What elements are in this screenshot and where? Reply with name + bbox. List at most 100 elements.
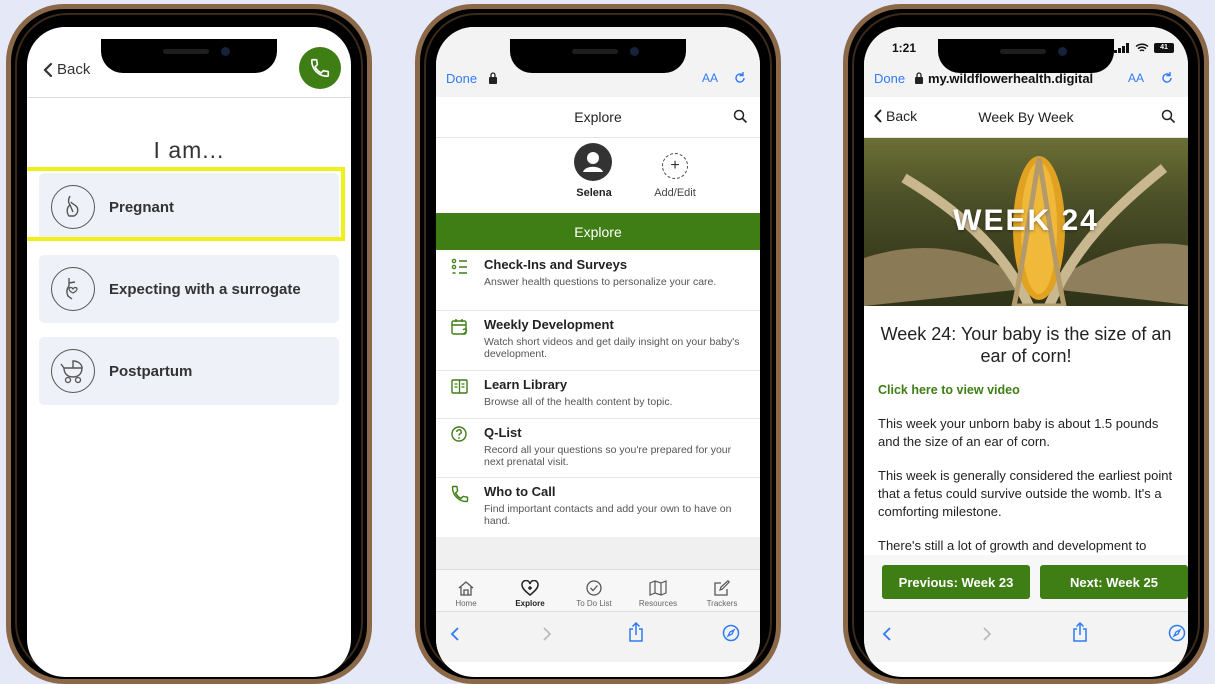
tab-resources[interactable]: Resources [628, 580, 688, 608]
compass-icon[interactable] [722, 624, 740, 642]
safari-bottom-bar [436, 611, 760, 662]
paragraph-2: This week is generally considered the ea… [878, 468, 1173, 519]
article-heading: Week 24: Your baby is the size of an ear… [880, 324, 1172, 366]
safari-bottom-bar [864, 611, 1188, 662]
battery-level: 41 [1160, 44, 1168, 51]
option-postpartum[interactable]: Postpartum [39, 337, 339, 405]
phone-frame-1: Back I am... Pregnant Expecting with a s… [6, 4, 372, 684]
menu-item-weekly[interactable]: Weekly Development Watch short videos an… [436, 311, 760, 371]
notch [938, 39, 1114, 73]
menu-item-checkins[interactable]: Check-Ins and Surveys Answer health ques… [436, 251, 760, 311]
menu-item-desc: Find important contacts and add your own… [484, 503, 732, 527]
back-button[interactable]: Back [874, 108, 917, 124]
option-pregnant[interactable]: Pregnant [39, 173, 339, 241]
tab-home[interactable]: Home [436, 580, 496, 608]
url-field[interactable]: my.wildflowerhealth.digital [928, 71, 1118, 86]
explore-header: Explore [436, 97, 760, 138]
safari-toolbar: Done my.wildflowerhealth.digital AA [864, 71, 1188, 93]
hero-title: WEEK 24 [953, 204, 1099, 237]
week-header: Back Week By Week [864, 97, 1188, 138]
menu-item-desc: Answer health questions to personalize y… [484, 276, 717, 288]
chevron-right-icon[interactable] [542, 626, 552, 642]
done-button[interactable]: Done [446, 71, 477, 86]
battery-icon: 41 [1154, 43, 1174, 53]
call-button[interactable] [299, 47, 341, 89]
back-button[interactable]: Back [43, 61, 90, 78]
surrogate-icon [51, 267, 95, 311]
header-title: Explore [574, 109, 622, 125]
tab-bar: Home Explore To Do List Resources Tracke… [436, 569, 760, 612]
edit-icon [714, 580, 730, 596]
text-size-button[interactable]: AA [702, 71, 718, 85]
tab-label: Explore [515, 599, 545, 608]
compass-icon[interactable] [1168, 624, 1186, 642]
phone-frame-2: Done AA Explore Selena + Add/Edit Explor… [415, 4, 781, 684]
home-icon [458, 581, 474, 596]
calendar-heart-icon [451, 319, 468, 335]
menu-item-whotocall[interactable]: Who to Call Find important contacts and … [436, 478, 760, 536]
tab-trackers[interactable]: Trackers [692, 580, 752, 608]
tab-label: Home [455, 599, 477, 608]
search-icon[interactable] [1161, 109, 1176, 124]
divider [27, 97, 351, 98]
tab-todo[interactable]: To Do List [564, 580, 624, 608]
screen-2: Done AA Explore Selena + Add/Edit Explor… [436, 27, 760, 677]
paragraph-1: This week your unborn baby is about 1.5 … [878, 416, 1159, 449]
profile-name: Selena [576, 187, 612, 199]
lock-icon [489, 72, 497, 84]
option-label: Postpartum [109, 362, 193, 380]
phone-frame-3: 1:21 41 Done my.wildflowerhealth.digital… [843, 4, 1209, 684]
reload-icon[interactable] [1160, 71, 1174, 85]
menu-item-title: Learn Library [484, 377, 568, 392]
menu-item-desc: Record all your questions so you're prep… [484, 444, 732, 468]
screen-1: Back I am... Pregnant Expecting with a s… [27, 27, 351, 677]
video-link[interactable]: Click here to view video [878, 383, 1020, 397]
menu-item-title: Weekly Development [484, 317, 614, 332]
menu-item-title: Q-List [484, 425, 522, 440]
empty-area [436, 537, 760, 569]
option-label: Expecting with a surrogate [109, 280, 301, 298]
pregnant-icon [51, 185, 95, 229]
chevron-left-icon [874, 109, 882, 123]
back-label: Back [886, 108, 918, 124]
chevron-left-icon [43, 62, 53, 77]
option-surrogate[interactable]: Expecting with a surrogate [39, 255, 339, 323]
checklist-icon [451, 258, 467, 274]
menu-item-title: Check-Ins and Surveys [484, 257, 628, 272]
plus-icon: + [670, 157, 680, 174]
stroller-icon [51, 349, 95, 393]
notch [101, 39, 277, 73]
reload-icon[interactable] [733, 71, 747, 85]
menu-item-library[interactable]: Learn Library Browse all of the health c… [436, 371, 760, 419]
chevron-right-icon[interactable] [982, 626, 992, 642]
screen-3: 1:21 41 Done my.wildflowerhealth.digital… [864, 27, 1188, 677]
week-nav: Previous: Week 23 Next: Week 25 [864, 555, 1188, 611]
menu-item-desc: Watch short videos and get daily insight… [484, 336, 740, 360]
safari-toolbar: Done AA [436, 71, 760, 93]
book-icon [451, 379, 468, 394]
paragraph-3: There's still a lot of growth and develo… [878, 538, 1147, 553]
tab-explore[interactable]: Explore [500, 580, 560, 608]
add-edit-label: Add/Edit [654, 187, 696, 199]
map-icon [649, 580, 667, 596]
status-time: 1:21 [892, 41, 917, 55]
menu-item-qlist[interactable]: Q-List Record all your questions so you'… [436, 419, 760, 478]
lock-icon [915, 72, 923, 84]
add-profile-button[interactable]: + [662, 153, 688, 179]
tab-label: To Do List [576, 599, 612, 608]
avatar[interactable] [574, 143, 612, 181]
page-title: I am... [153, 137, 225, 163]
share-icon[interactable] [1072, 622, 1088, 642]
chevron-left-icon[interactable] [882, 626, 892, 642]
text-size-button[interactable]: AA [1128, 71, 1144, 85]
signal-icon [1114, 43, 1129, 53]
notch [510, 39, 686, 73]
chevron-left-icon[interactable] [450, 626, 460, 642]
search-icon[interactable] [733, 109, 748, 124]
next-week-button[interactable]: Next: Week 25 [1040, 565, 1188, 599]
phone-icon [451, 485, 469, 503]
user-icon [583, 152, 603, 172]
done-button[interactable]: Done [874, 71, 905, 86]
previous-week-button[interactable]: Previous: Week 23 [882, 565, 1030, 599]
share-icon[interactable] [628, 622, 644, 642]
